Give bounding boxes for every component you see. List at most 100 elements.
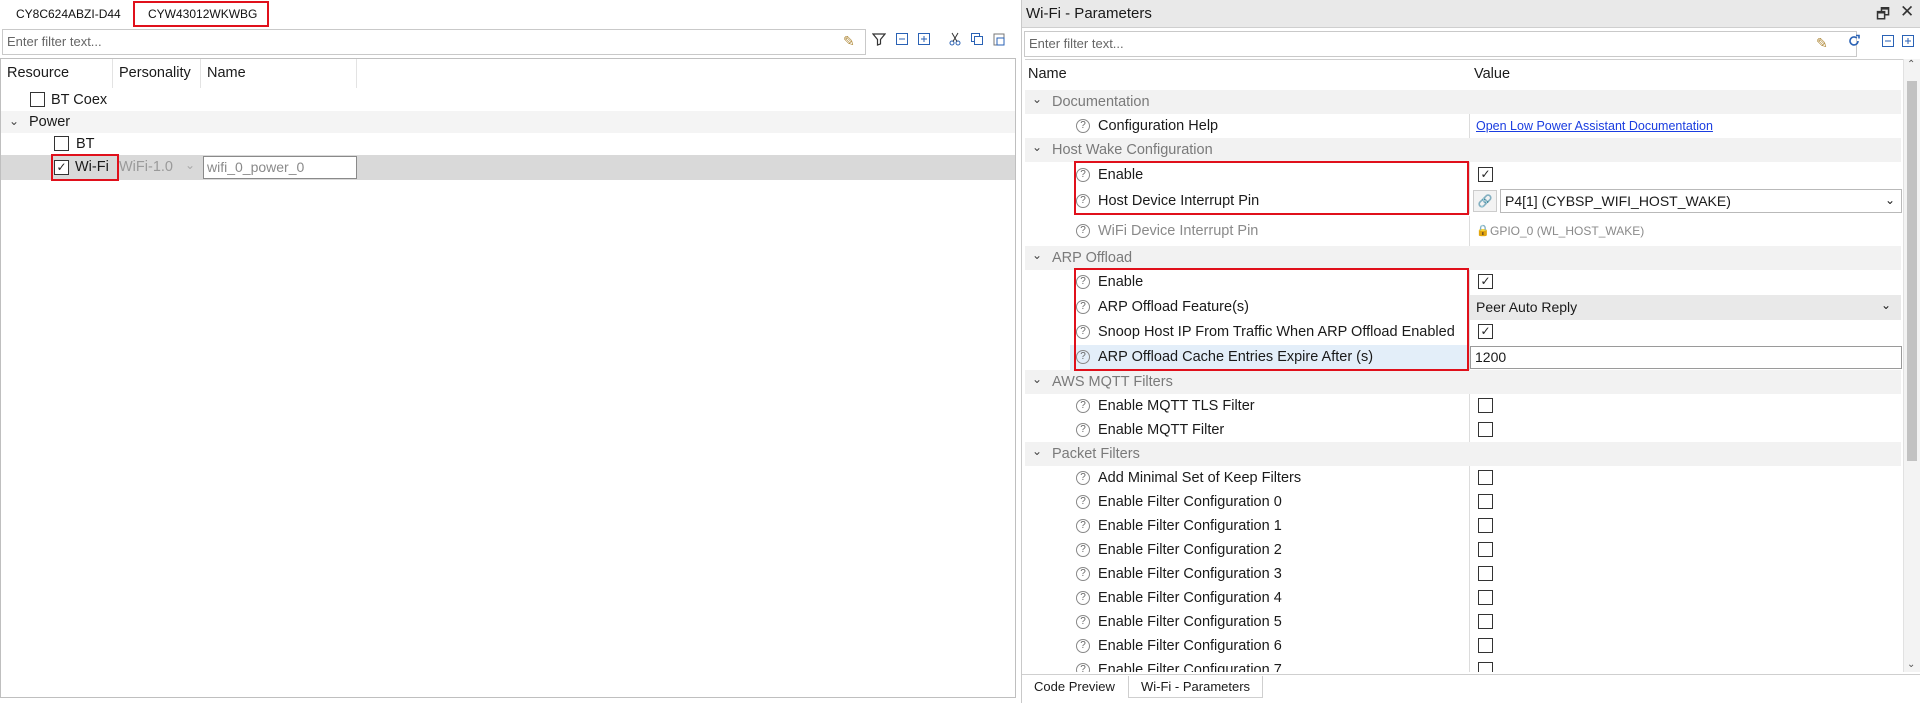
help-icon[interactable]: ?: [1076, 663, 1090, 672]
device-tab-cy8c624[interactable]: CY8C624ABZI-D44: [8, 2, 129, 26]
packet-filter-checkbox[interactable]: [1478, 518, 1493, 533]
host-wake-enable-checkbox[interactable]: ✓: [1478, 167, 1493, 182]
tree-row-bt-coex[interactable]: BT Coex: [1, 89, 1015, 111]
chevron-down-icon[interactable]: ⌄: [1032, 92, 1042, 106]
help-icon[interactable]: ?: [1076, 194, 1090, 208]
refresh-icon[interactable]: [1845, 34, 1863, 52]
wifi-checkbox[interactable]: ✓: [54, 160, 69, 175]
category-aws-mqtt[interactable]: ⌄ AWS MQTT Filters: [1025, 370, 1901, 394]
tab-wifi-parameters[interactable]: Wi-Fi - Parameters: [1128, 676, 1264, 698]
parameters-filter-input[interactable]: Enter filter text...: [1024, 31, 1857, 57]
host-pin-value: P4[1] (CYBSP_WIFI_HOST_WAKE): [1505, 193, 1731, 209]
packet-filter-checkbox[interactable]: [1478, 470, 1493, 485]
param-name: Enable: [1098, 274, 1144, 290]
arp-enable-checkbox[interactable]: ✓: [1478, 274, 1493, 289]
param-name: Enable Filter Configuration 3: [1098, 566, 1282, 582]
param-value-cell: [1469, 466, 1901, 490]
expand-all-icon[interactable]: [1899, 34, 1917, 52]
cut-icon[interactable]: [946, 32, 964, 50]
packet-filter-checkbox[interactable]: [1478, 542, 1493, 557]
help-icon[interactable]: ?: [1076, 119, 1090, 133]
help-icon[interactable]: ?: [1076, 615, 1090, 629]
help-icon[interactable]: ?: [1076, 350, 1090, 364]
arp-features-select[interactable]: Peer Auto Reply ⌄: [1469, 295, 1901, 320]
scroll-down-icon[interactable]: ⌄: [1907, 659, 1915, 670]
param-row-arp-enable: ? Enable ✓: [1025, 270, 1901, 295]
column-header-value[interactable]: Value: [1474, 60, 1894, 89]
category-packet-filters[interactable]: ⌄ Packet Filters: [1025, 442, 1901, 466]
help-icon[interactable]: ?: [1076, 399, 1090, 413]
packet-filter-checkbox[interactable]: [1478, 614, 1493, 629]
column-header-personality[interactable]: Personality: [113, 59, 201, 88]
device-tab-cyw43012[interactable]: CYW43012WKWBG: [140, 2, 265, 26]
category-arp-offload[interactable]: ⌄ ARP Offload: [1025, 246, 1901, 270]
help-icon[interactable]: ?: [1076, 543, 1090, 557]
param-row-packet-3: ? Enable Filter Configuration 2: [1025, 538, 1901, 562]
packet-filter-checkbox[interactable]: [1478, 638, 1493, 653]
param-row-config-help: ? Configuration Help Open Low Power Assi…: [1025, 114, 1901, 138]
wifi-instance-name-field[interactable]: wifi_0_power_0: [203, 156, 357, 179]
help-icon[interactable]: ?: [1076, 495, 1090, 509]
packet-filter-checkbox[interactable]: [1478, 494, 1493, 509]
help-icon[interactable]: ?: [1076, 275, 1090, 289]
tab-code-preview[interactable]: Code Preview: [1022, 676, 1127, 698]
collapse-all-icon[interactable]: [1879, 34, 1897, 52]
help-icon[interactable]: ?: [1076, 471, 1090, 485]
eraser-icon[interactable]: ✎: [1816, 35, 1828, 52]
documentation-link[interactable]: Open Low Power Assistant Documentation: [1476, 114, 1713, 138]
column-header-name[interactable]: Name: [201, 59, 357, 88]
chevron-down-icon[interactable]: ⌄: [1881, 295, 1891, 315]
packet-filter-checkbox[interactable]: [1478, 566, 1493, 581]
paste-icon[interactable]: [990, 32, 1008, 50]
mqtt-tls-checkbox[interactable]: [1478, 398, 1493, 413]
copy-icon[interactable]: [968, 32, 986, 50]
link-icon[interactable]: 🔗: [1473, 190, 1497, 212]
scroll-up-icon[interactable]: ⌃: [1907, 59, 1915, 70]
category-documentation[interactable]: ⌄ Documentation: [1025, 90, 1901, 114]
host-pin-select[interactable]: P4[1] (CYBSP_WIFI_HOST_WAKE) ⌄: [1500, 189, 1902, 213]
help-icon[interactable]: ?: [1076, 325, 1090, 339]
packet-filter-checkbox[interactable]: [1478, 662, 1493, 672]
help-icon[interactable]: ?: [1076, 591, 1090, 605]
help-icon[interactable]: ?: [1076, 639, 1090, 653]
arp-cache-input[interactable]: 1200: [1470, 346, 1902, 369]
tree-row-power[interactable]: ⌄ Power: [1, 111, 1015, 133]
bt-coex-checkbox[interactable]: [30, 92, 45, 107]
chevron-down-icon[interactable]: ⌄: [1032, 444, 1042, 458]
help-icon[interactable]: ?: [1076, 168, 1090, 182]
snoop-checkbox[interactable]: ✓: [1478, 324, 1493, 339]
column-header-name[interactable]: Name: [1028, 60, 1468, 89]
packet-filter-checkbox[interactable]: [1478, 590, 1493, 605]
bt-checkbox[interactable]: [54, 136, 69, 151]
tree-row-bt[interactable]: BT: [1, 133, 1015, 155]
help-icon[interactable]: ?: [1076, 423, 1090, 437]
param-value-cell: ✓: [1469, 270, 1901, 295]
vertical-scrollbar[interactable]: ⌃ ⌄: [1903, 59, 1920, 672]
expand-all-icon[interactable]: [915, 32, 933, 50]
tree-row-wifi[interactable]: ✓ Wi-Fi WiFi-1.0 ⌄ wifi_0_power_0: [1, 155, 1015, 180]
mqtt-checkbox[interactable]: [1478, 422, 1493, 437]
category-label: Packet Filters: [1052, 446, 1140, 462]
category-host-wake[interactable]: ⌄ Host Wake Configuration: [1025, 138, 1901, 162]
help-icon[interactable]: ?: [1076, 567, 1090, 581]
chevron-down-icon[interactable]: ⌄: [9, 114, 19, 128]
close-icon[interactable]: ✕: [1900, 2, 1914, 22]
chevron-down-icon[interactable]: ⌄: [1032, 248, 1042, 262]
chevron-down-icon[interactable]: ⌄: [1032, 140, 1042, 154]
chevron-down-icon[interactable]: ⌄: [1032, 372, 1042, 386]
param-row-packet-7: ? Enable Filter Configuration 6: [1025, 634, 1901, 658]
help-icon[interactable]: ?: [1076, 224, 1090, 238]
left-filter-input[interactable]: Enter filter text...: [2, 29, 866, 55]
collapse-all-icon[interactable]: [893, 32, 911, 50]
chevron-down-icon[interactable]: ⌄: [1885, 190, 1895, 210]
help-icon[interactable]: ?: [1076, 519, 1090, 533]
param-value-cell: [1469, 538, 1901, 562]
restore-icon[interactable]: 🗗: [1876, 4, 1890, 29]
wifi-personality[interactable]: WiFi-1.0: [119, 156, 173, 178]
scrollbar-thumb[interactable]: [1907, 81, 1917, 461]
eraser-icon[interactable]: ✎: [843, 33, 855, 50]
chevron-down-icon[interactable]: ⌄: [185, 158, 195, 172]
help-icon[interactable]: ?: [1076, 300, 1090, 314]
column-header-resource[interactable]: Resource: [1, 59, 113, 88]
filter-icon[interactable]: [870, 32, 888, 50]
